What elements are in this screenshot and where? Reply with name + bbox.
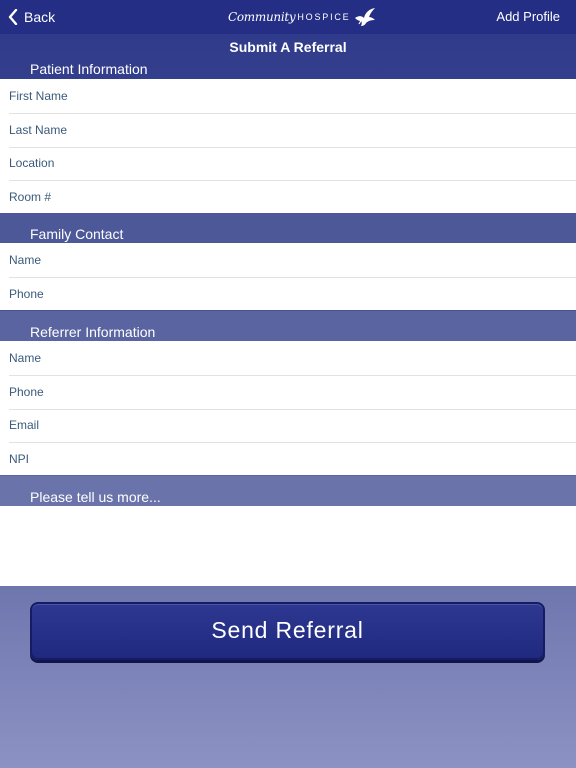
- room-number-placeholder: Room #: [9, 190, 52, 205]
- referrer-phone-field[interactable]: Phone: [0, 374, 576, 409]
- family-contact-header: Family Contact: [0, 213, 576, 243]
- community-hospice-logo: Community HOSPICE: [228, 5, 377, 29]
- last-name-placeholder: Last Name: [9, 122, 68, 137]
- logo-caps-text: HOSPICE: [297, 12, 351, 22]
- family-name-placeholder: Name: [9, 252, 42, 267]
- referrer-name-placeholder: Name: [9, 350, 42, 365]
- room-number-field[interactable]: Room #: [0, 180, 576, 214]
- navigation-bar: Back Community HOSPICE Add Profile: [0, 0, 576, 34]
- send-referral-button[interactable]: Send Referral: [30, 602, 545, 660]
- family-phone-placeholder: Phone: [9, 286, 44, 301]
- referrer-name-field[interactable]: Name: [0, 341, 576, 375]
- first-name-placeholder: First Name: [9, 88, 68, 103]
- tell-us-more-header: Please tell us more...: [0, 476, 576, 506]
- referrer-information-group: Name Phone Email NPI: [0, 341, 576, 475]
- logo-script-text: Community: [228, 10, 296, 24]
- family-name-field[interactable]: Name: [0, 243, 576, 277]
- dove-icon: [355, 8, 376, 26]
- first-name-field[interactable]: First Name: [0, 79, 576, 113]
- back-button[interactable]: Back: [8, 7, 55, 27]
- chevron-left-icon: [8, 9, 18, 25]
- location-placeholder: Location: [9, 156, 55, 171]
- family-contact-group: Name Phone: [0, 243, 576, 310]
- back-label: Back: [24, 9, 56, 25]
- family-phone-field[interactable]: Phone: [0, 276, 576, 311]
- add-profile-button[interactable]: Add Profile: [496, 9, 560, 24]
- patient-information-group: First Name Last Name Location Room #: [0, 79, 576, 213]
- referrer-information-header: Referrer Information: [0, 311, 576, 341]
- referrer-npi-placeholder: NPI: [9, 452, 30, 467]
- referrer-npi-field[interactable]: NPI: [0, 442, 576, 476]
- referrer-email-placeholder: Email: [9, 418, 40, 433]
- location-field[interactable]: Location: [0, 146, 576, 181]
- referrer-email-field[interactable]: Email: [0, 408, 576, 443]
- last-name-field[interactable]: Last Name: [0, 112, 576, 147]
- patient-information-header: Patient Information: [30, 61, 148, 77]
- page-title: Submit A Referral: [229, 39, 347, 55]
- tell-us-more-textarea[interactable]: [0, 506, 576, 586]
- referrer-phone-placeholder: Phone: [9, 384, 44, 399]
